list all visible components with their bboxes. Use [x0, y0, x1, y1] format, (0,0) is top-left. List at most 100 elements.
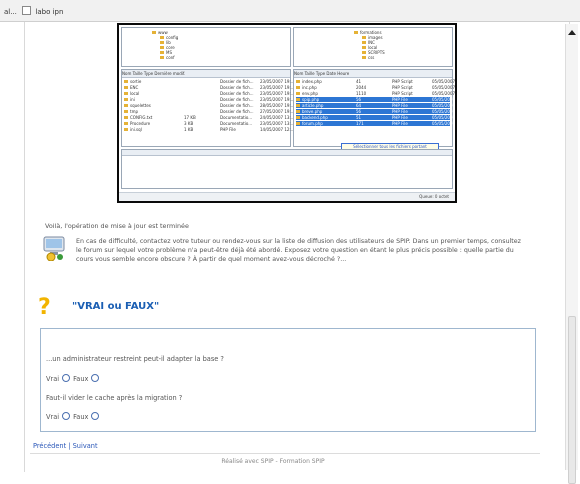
radio-faux-1[interactable] — [91, 374, 100, 382]
file-cell: PHP File — [220, 127, 236, 132]
file-cell: 1110 — [356, 91, 367, 96]
file-cell: PHP Script — [392, 79, 413, 84]
nav-separator: | — [68, 442, 71, 450]
right-tree-pane: formations images INC local SCRIPTS css — [293, 27, 453, 67]
file-cell: ENC — [130, 85, 139, 90]
file-row[interactable]: forum.php171PHP File05/05/200718:58 — [296, 121, 455, 126]
file-icon — [124, 92, 128, 95]
scroll-up-arrow-icon[interactable] — [568, 30, 576, 35]
next-link[interactable]: Suivant — [73, 442, 98, 450]
help-computer-icon — [43, 236, 65, 261]
file-cell: 64 — [356, 103, 362, 108]
file-cell: 05/05/2007 — [432, 79, 456, 84]
option-vrai-label: Vrai — [46, 413, 60, 421]
file-cell: 41 — [356, 79, 362, 84]
question-2: Faut-il vider le cache après la migratio… — [46, 394, 183, 402]
file-cell: 05/05/2007 — [432, 103, 456, 108]
file-cell: breve.php — [302, 109, 323, 114]
file-row[interactable]: squelettes Dossier de fich... 28/05/2007 1… — [124, 103, 295, 108]
tree-folder-label: conf — [166, 55, 175, 60]
file-cell: PHP Script — [392, 85, 413, 90]
file-row[interactable]: inc.php2044PHP Script05/05/200718:58 — [296, 85, 455, 90]
file-cell: 56 — [356, 109, 362, 114]
file-cell: PHP File — [392, 103, 408, 108]
file-cell: local — [130, 91, 140, 96]
file-cell: sortie — [130, 79, 142, 84]
option-vrai-label: Vrai — [46, 375, 60, 383]
tree-folder[interactable]: conf — [160, 55, 178, 60]
folder-icon — [362, 46, 366, 49]
file-row[interactable]: local Dossier de fich... 23/05/2007 19:... — [124, 91, 295, 96]
file-cell: 05/05/2007 — [432, 97, 456, 102]
file-cell: PHP Script — [392, 91, 413, 96]
folder-icon — [362, 51, 366, 54]
left-file-header: Nom Taille Type Dernière modif. — [122, 70, 290, 78]
option-faux-label: Faux — [73, 413, 89, 421]
file-cell: inc.php — [302, 85, 317, 90]
done-message: Voilà, l'opération de mise à jour est te… — [45, 222, 189, 230]
file-cell: backend.php — [302, 115, 328, 120]
file-icon — [124, 80, 128, 83]
file-row[interactable]: spip.php56PHP File05/05/200718:58 — [296, 97, 455, 102]
file-cell: 05/05/2007 — [432, 109, 456, 114]
file-cell: 17 KB — [184, 115, 196, 120]
file-cell: article.php — [302, 103, 324, 108]
page-navigation: Précédent | Suivant — [33, 442, 98, 450]
file-icon — [296, 98, 300, 101]
ftp-statusbar: Queue: 0 octet — [119, 192, 455, 201]
radio-vrai-2[interactable] — [62, 412, 71, 420]
tree-folder[interactable]: css — [362, 55, 390, 60]
checkbox-icon[interactable] — [22, 6, 32, 15]
question-1-options: Vrai Faux — [46, 374, 102, 383]
file-row[interactable]: breve.php56PHP File05/05/200718:58 — [296, 109, 455, 114]
file-icon — [124, 122, 128, 125]
file-row[interactable]: env.php1110PHP Script05/05/200718:58 — [296, 91, 455, 96]
file-cell: forum.php — [302, 121, 323, 126]
file-cell: Documentatio... — [220, 115, 253, 120]
file-icon — [296, 92, 300, 95]
file-row[interactable]: sortie Dossier de fich... 23/05/2007 19:..… — [124, 79, 295, 84]
file-icon — [124, 86, 128, 89]
file-row[interactable]: ENC Dossier de fich... 23/05/2007 19:... — [124, 85, 295, 90]
file-cell: PHP File — [392, 115, 408, 120]
file-cell: Documentatio... — [220, 121, 253, 126]
quiz-title: "VRAI ou FAUX" — [72, 301, 160, 312]
folder-icon — [160, 56, 164, 59]
file-row[interactable]: article.php64PHP File05/05/200718:58 — [296, 103, 455, 108]
file-cell: tmp — [130, 109, 139, 114]
file-cell: 05/05/2007 — [432, 121, 456, 126]
folder-icon — [152, 31, 156, 34]
file-cell: Dossier de fich... — [220, 109, 254, 114]
previous-link[interactable]: Précédent — [33, 442, 66, 450]
file-cell: Dossier de fich... — [220, 103, 254, 108]
help-paragraph: En cas de difficulté, contactez votre tu… — [76, 238, 521, 263]
tree-folder-label: css — [368, 55, 375, 60]
file-icon — [124, 128, 128, 131]
file-row[interactable]: backend.php51PHP File05/05/200718:58 — [296, 115, 455, 120]
tab-label[interactable]: labo ipn — [35, 8, 63, 16]
file-cell: 05/05/2007 — [432, 91, 456, 96]
folder-icon — [160, 41, 164, 44]
file-row[interactable]: index.php41PHP Script05/05/200718:58 — [296, 79, 455, 84]
file-cell: squelettes — [130, 103, 151, 108]
folder-icon — [362, 56, 366, 59]
file-row[interactable]: CONFIG.txt 17 KB Documentatio... 24/05/2007… — [124, 115, 295, 120]
file-cell: 1 KB — [184, 127, 194, 132]
file-row[interactable]: ini.sql 1 KB PHP File 14/05/2007 12:... — [124, 127, 295, 132]
radio-faux-2[interactable] — [91, 412, 100, 420]
file-cell: PHP File — [392, 121, 408, 126]
file-cell: 56 — [356, 97, 362, 102]
vertical-scrollbar[interactable] — [565, 24, 578, 484]
file-icon — [124, 110, 128, 113]
question-mark-icon: ? — [38, 295, 51, 320]
file-row[interactable]: tmp Dossier de fich... 27/05/2007 19:... — [124, 109, 295, 114]
file-row[interactable]: Procedure 3 KB Documentatio... 23/05/2007 1… — [124, 121, 295, 126]
file-row[interactable]: ini Dossier de fich... 23/05/2007 19:... — [124, 97, 295, 102]
folder-icon — [362, 41, 366, 44]
queue-pane — [121, 149, 453, 189]
file-cell: 3 KB — [184, 121, 194, 126]
radio-vrai-1[interactable] — [62, 374, 71, 382]
file-cell: CONFIG.txt — [130, 115, 153, 120]
scroll-thumb[interactable] — [568, 316, 576, 484]
file-cell: PHP File — [392, 109, 408, 114]
